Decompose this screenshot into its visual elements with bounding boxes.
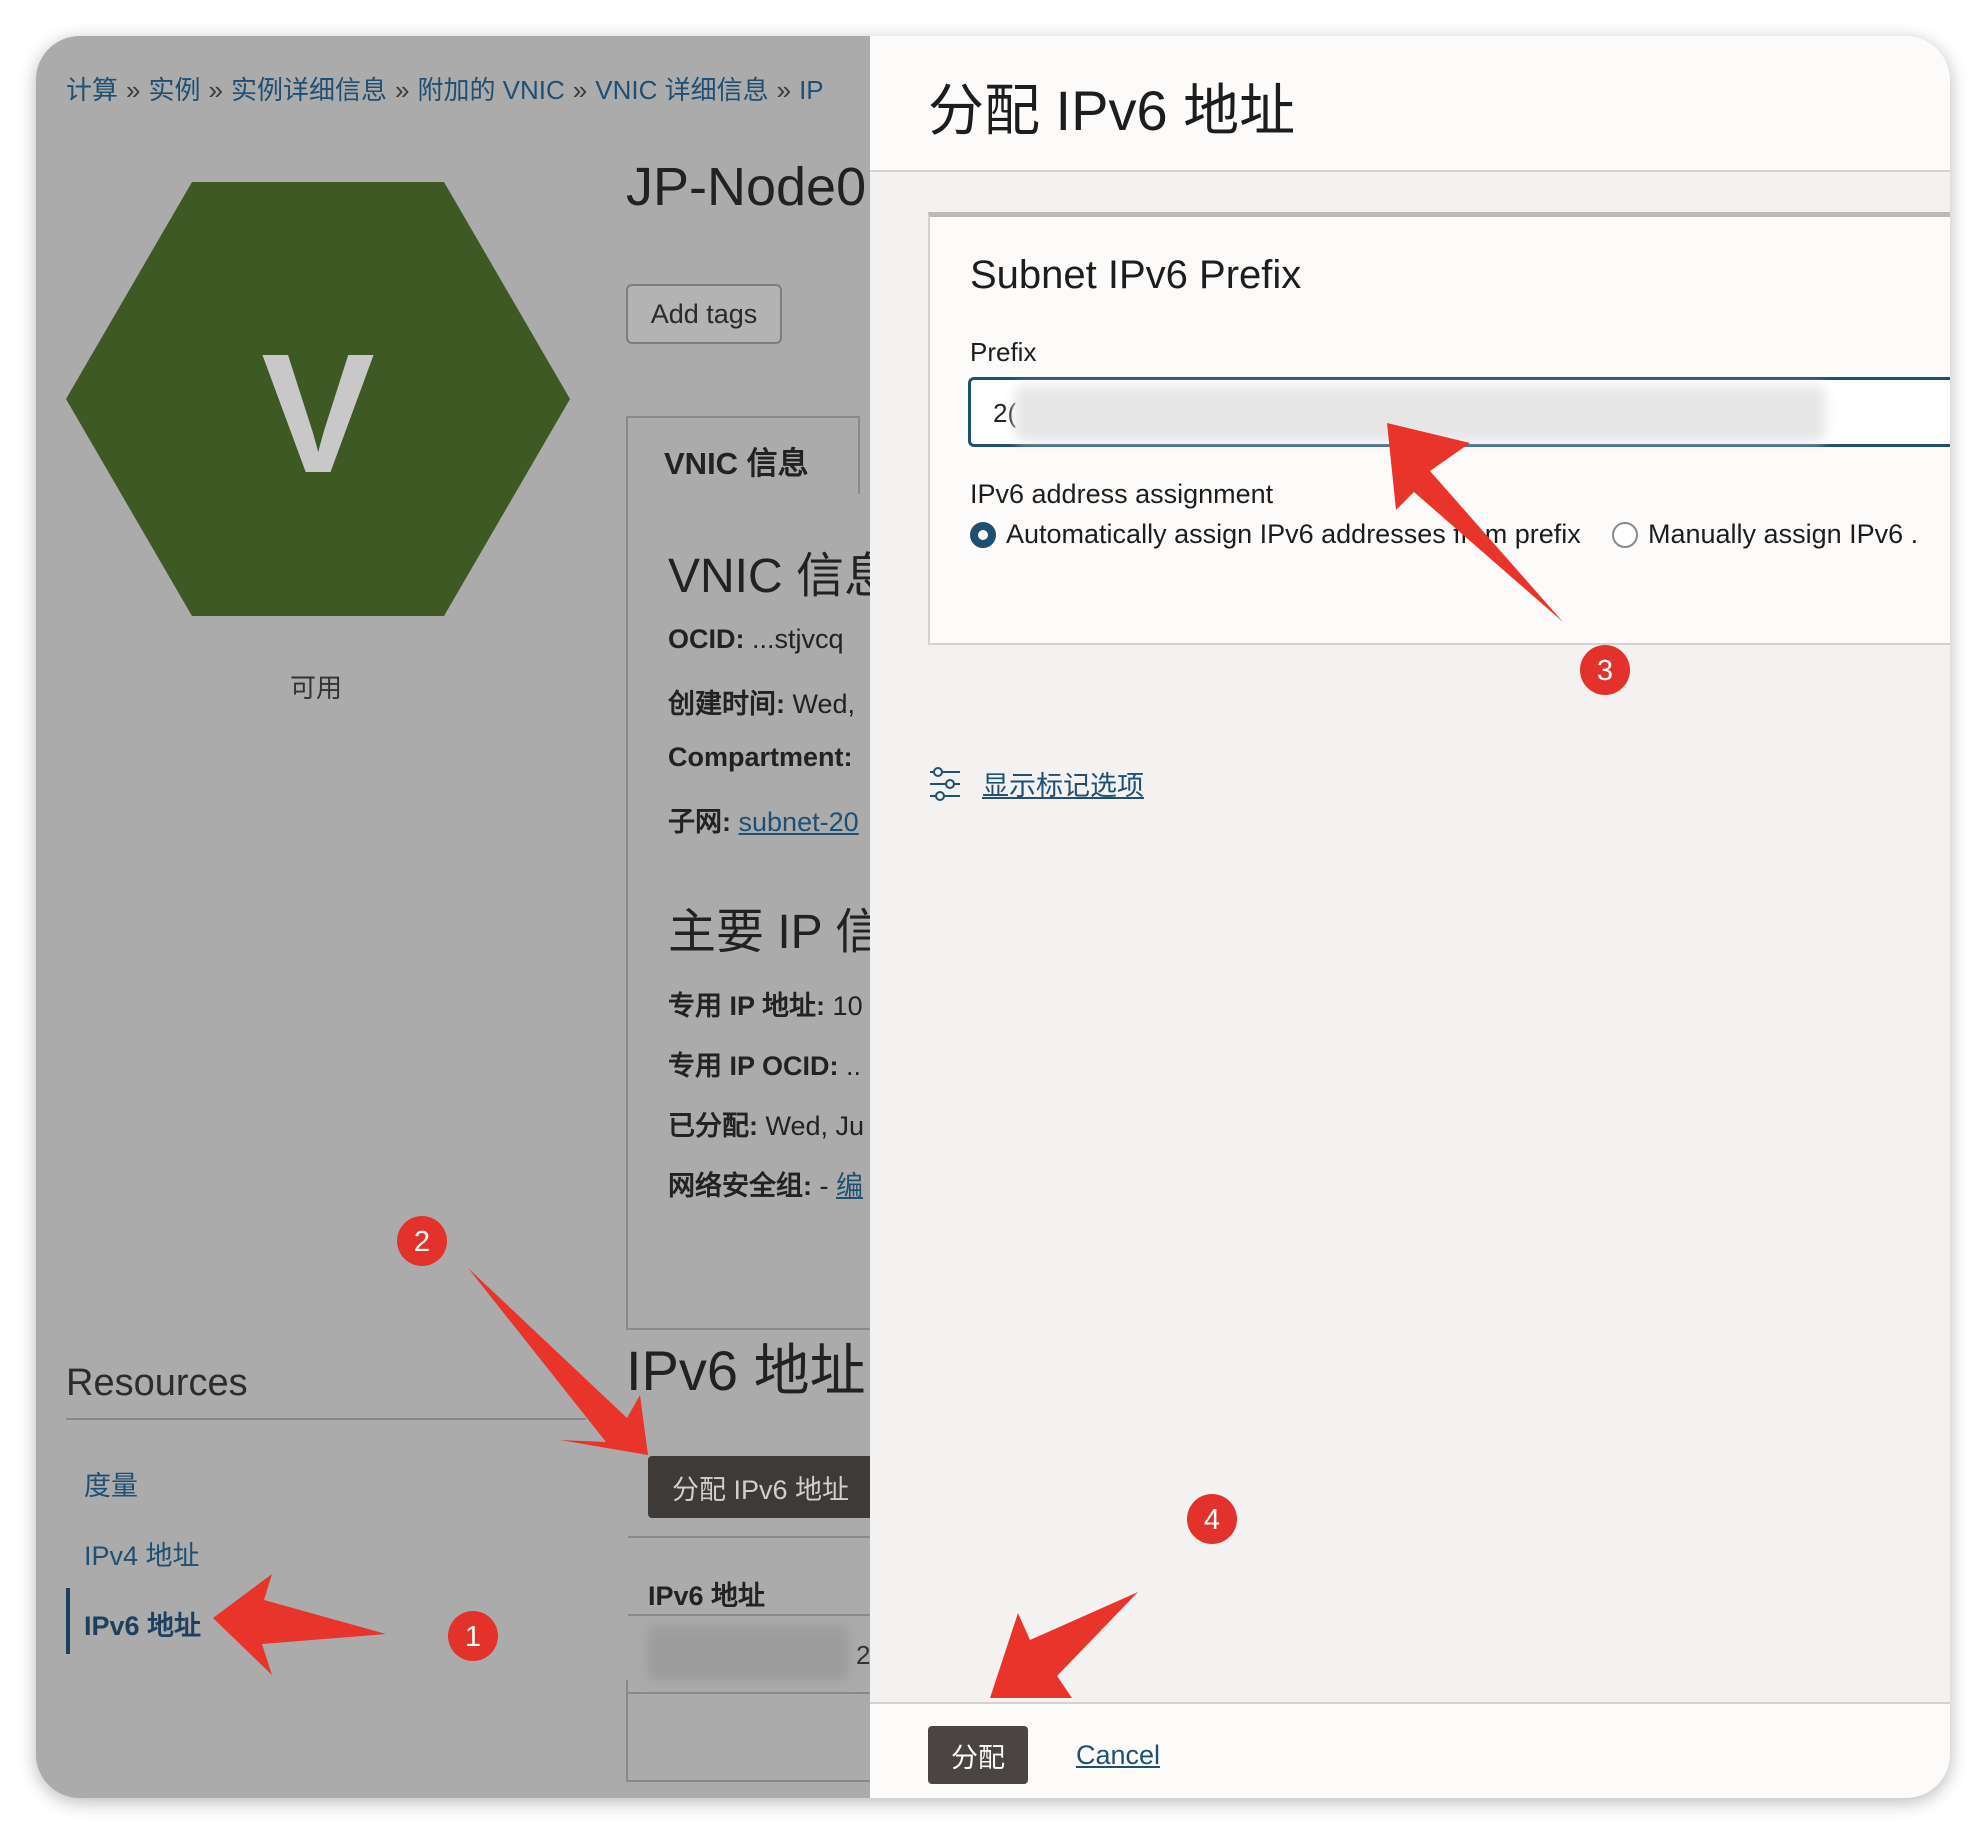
compartment-row: Compartment: (668, 742, 853, 773)
breadcrumb-item-vnic-details[interactable]: VNIC 详细信息 (595, 75, 768, 105)
breadcrumb-separator: » (394, 75, 410, 105)
dialog-header: 分配 IPv6 地址 (870, 36, 1950, 172)
private-ocid-value: .. (846, 1051, 862, 1081)
add-tags-button[interactable]: Add tags (626, 284, 782, 344)
breadcrumb-item-instance-details[interactable]: 实例详细信息 (231, 75, 387, 105)
assigned-row: 已分配: Wed, Ju (668, 1104, 864, 1143)
cancel-button[interactable]: Cancel (1076, 1740, 1160, 1771)
resource-item-ipv6[interactable]: IPv6 地址 (84, 1604, 201, 1643)
primary-ip-heading: 主要 IP 信 (668, 906, 870, 959)
subnet-label: 子网: (668, 807, 731, 837)
card-title: Subnet IPv6 Prefix (970, 253, 1302, 297)
private-ocid-row: 专用 IP OCID: .. (668, 1044, 861, 1083)
table-header-ipv6: IPv6 地址 (648, 1581, 766, 1611)
breadcrumb-item-instances[interactable]: 实例 (148, 75, 200, 105)
redacted-ipv6-address (648, 1626, 848, 1680)
private-ip-label: 专用 IP 地址: (668, 991, 826, 1021)
resource-item-ipv4[interactable]: IPv4 地址 (84, 1534, 200, 1573)
breadcrumb-separator: » (572, 75, 588, 105)
active-indicator (66, 1588, 70, 1654)
breadcrumb-separator: » (126, 75, 141, 105)
prefix-select[interactable]: 2( (968, 377, 1950, 447)
table-footer (626, 1680, 870, 1782)
table-cell: 2 (856, 1640, 870, 1670)
assignment-label: IPv6 address assignment (970, 479, 1274, 509)
subnet-prefix-card: Subnet IPv6 Prefix Prefix 2( IPv6 addres… (928, 212, 1950, 645)
table-top-border (628, 1536, 870, 1538)
assign-ipv6-button[interactable]: 分配 IPv6 地址 (648, 1456, 870, 1518)
show-tag-options-link[interactable]: 显示标记选项 (928, 764, 1144, 803)
assigned-label: 已分配: (668, 1111, 758, 1141)
breadcrumb-separator: » (208, 75, 223, 105)
radio-manual-label: Manually assign IPv6 . (1648, 519, 1919, 549)
created-row: 创建时间: Wed, (668, 682, 855, 721)
show-tag-options-label: 显示标记选项 (982, 771, 1144, 801)
private-ip-value: 10 (832, 991, 863, 1021)
nsg-edit-link[interactable]: 编 (836, 1171, 863, 1201)
radio-selected-icon[interactable] (970, 521, 996, 548)
background-page: 计算» 实例» 实例详细信息» 附加的 VNIC» VNIC 详细信息» IP V 可用 … (36, 36, 870, 1798)
prefix-value: 2( (993, 398, 1017, 428)
ocid-row: OCID: ...stjvcq (668, 624, 844, 655)
redacted-prefix (1015, 386, 1825, 442)
tab-vnic-info[interactable]: VNIC 信息 (626, 416, 860, 494)
resources-title: Resources (66, 1362, 248, 1404)
breadcrumb-item-attached-vnics[interactable]: 附加的 VNIC (417, 75, 564, 105)
breadcrumb: 计算» 实例» 实例详细信息» 附加的 VNIC» VNIC 详细信息» IP (66, 70, 824, 107)
nsg-row: 网络安全组: - 编 (668, 1164, 863, 1203)
dialog-footer: 分配 Cancel (870, 1702, 1950, 1798)
radio-auto-label: Automatically assign IPv6 addresses from… (1006, 519, 1581, 549)
nsg-label: 网络安全组: (668, 1171, 812, 1201)
private-ip-row: 专用 IP 地址: 10 (668, 984, 863, 1023)
assigned-value: Wed, Ju (765, 1111, 865, 1141)
subnet-row: 子网: subnet-20 (668, 800, 859, 839)
created-value: Wed, (792, 689, 856, 719)
radio-manual-assign[interactable]: Manually assign IPv6 . (1612, 519, 1918, 550)
ipv6-section-title: IPv6 地址 (626, 1339, 866, 1402)
dialog-title: 分配 IPv6 地址 (928, 79, 1296, 142)
subnet-link[interactable]: subnet-20 (739, 807, 859, 837)
prefix-label: Prefix (970, 337, 1037, 367)
submit-assign-button[interactable]: 分配 (928, 1726, 1028, 1784)
page-title: JP-Node0 (626, 157, 867, 217)
compartment-label: Compartment: (668, 742, 853, 772)
breadcrumb-item-ip[interactable]: IP (799, 75, 824, 105)
ocid-label: OCID: (668, 624, 745, 654)
created-label: 创建时间: (668, 689, 785, 719)
radio-auto-assign[interactable]: Automatically assign IPv6 addresses from… (970, 519, 1581, 550)
resource-item-metrics[interactable]: 度量 (84, 1464, 138, 1503)
nsg-value: - (819, 1171, 837, 1201)
tab-label: VNIC 信息 (664, 446, 809, 481)
assign-ipv6-dialog: 分配 IPv6 地址 Subnet IPv6 Prefix Prefix 2( … (870, 36, 1950, 1798)
sliders-icon (930, 766, 960, 801)
radio-unselected-icon[interactable] (1612, 521, 1638, 548)
screenshot-frame: 计算» 实例» 实例详细信息» 附加的 VNIC» VNIC 详细信息» IP V 可用 … (36, 36, 1950, 1798)
instance-status: 可用 (290, 673, 343, 703)
instance-avatar: V (66, 182, 570, 616)
breadcrumb-separator: » (776, 75, 792, 105)
avatar-letter: V (261, 319, 374, 509)
vnic-info-heading: VNIC 信息 (668, 550, 870, 603)
table-header-border (628, 1614, 870, 1616)
breadcrumb-item-compute[interactable]: 计算 (66, 75, 118, 105)
ocid-value: ...stjvcq (752, 624, 844, 654)
resources-divider (66, 1418, 586, 1420)
private-ocid-label: 专用 IP OCID: (668, 1051, 839, 1081)
